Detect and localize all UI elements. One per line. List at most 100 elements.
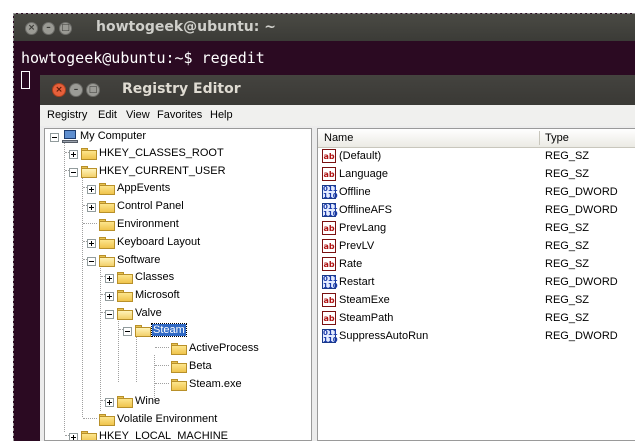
collapse-toggle[interactable] [69, 168, 78, 177]
value-type: REG_SZ [545, 294, 590, 306]
folder-icon [117, 290, 133, 302]
collapse-toggle[interactable] [87, 257, 96, 266]
open-folder-icon [99, 255, 115, 267]
window-minimize-button[interactable]: – [69, 83, 83, 97]
collapse-toggle[interactable] [123, 327, 132, 336]
value-type: REG_SZ [545, 150, 590, 162]
registry-editor-titlebar[interactable]: × – □ Registry Editor [40, 75, 635, 105]
string-value-icon: ab [322, 311, 336, 325]
binary-value-icon: 011 110 [322, 275, 338, 290]
value-row[interactable]: ab PrevLV REG_SZ [318, 238, 635, 256]
tree-node-label: Software [117, 254, 161, 266]
value-row[interactable]: ab Language REG_SZ [318, 166, 635, 184]
expand-toggle[interactable] [69, 433, 78, 440]
value-row[interactable]: 011 110 Restart REG_DWORD [318, 274, 635, 292]
value-row[interactable]: ab PrevLang REG_SZ [318, 220, 635, 238]
terminal-title: howtogeek@ubuntu: ~ [96, 19, 276, 35]
folder-icon [99, 414, 115, 426]
menu-registry[interactable]: Registry [47, 109, 87, 121]
value-type: REG_DWORD [545, 276, 618, 288]
value-row[interactable]: ab SteamExe REG_SZ [318, 292, 635, 310]
folder-icon [171, 343, 187, 355]
tree-node-label: HKEY_LOCAL_MACHINE [99, 430, 228, 441]
folder-icon [171, 361, 187, 373]
window-maximize-button[interactable]: □ [86, 83, 100, 97]
value-name: SuppressAutoRun [339, 330, 429, 342]
value-row[interactable]: 011 110 SuppressAutoRun REG_DWORD [318, 328, 635, 346]
window-close-button[interactable]: × [52, 83, 66, 97]
string-value-icon: ab [322, 239, 336, 253]
tree-node-label: HKEY_CURRENT_USER [99, 165, 226, 177]
terminal-cursor [21, 71, 30, 89]
tree-node-label: Volatile Environment [117, 413, 218, 425]
binary-value-icon: 011 110 [322, 329, 338, 344]
value-name: PrevLV [339, 240, 375, 252]
window-title: Registry Editor [122, 81, 241, 97]
value-row[interactable]: 011 110 Offline REG_DWORD [318, 184, 635, 202]
string-value-icon: ab [322, 167, 336, 181]
value-name: SteamExe [339, 294, 390, 306]
open-folder-icon [81, 166, 97, 178]
terminal-minimize-button[interactable]: – [42, 22, 55, 35]
value-name: PrevLang [339, 222, 387, 234]
tree-node-label: AppEvents [117, 182, 171, 194]
menu-bar: Registry Edit View Favorites Help [40, 105, 635, 126]
value-name: (Default) [339, 150, 382, 162]
value-name: OfflineAFS [339, 204, 392, 216]
string-value-icon: ab [322, 221, 336, 235]
collapse-toggle[interactable] [105, 310, 114, 319]
folder-icon [99, 201, 115, 213]
tree-node-label: Beta [189, 360, 212, 372]
folder-icon [81, 148, 97, 160]
registry-editor-window: × – □ Registry Editor Registry Edit View… [40, 75, 635, 441]
tree-node-label: HKEY_CLASSES_ROOT [99, 147, 224, 159]
tree-node-label: Steam.exe [189, 378, 242, 390]
tree-node-label: Environment [117, 218, 179, 230]
tree-node-label: Microsoft [135, 289, 180, 301]
tree-node-label: Valve [135, 307, 162, 319]
string-value-icon: ab [322, 293, 336, 307]
terminal-prompt-line: howtogeek@ubuntu:~$ regedit [21, 49, 265, 67]
tree-node-label: ActiveProcess [189, 342, 259, 354]
expand-toggle[interactable] [105, 274, 114, 283]
value-name: SteamPath [339, 312, 394, 324]
value-name: Offline [339, 186, 371, 198]
folder-icon [171, 379, 187, 391]
menu-view[interactable]: View [126, 109, 150, 121]
value-row[interactable]: ab (Default) REG_SZ [318, 148, 635, 166]
value-type: REG_SZ [545, 222, 590, 234]
expand-toggle[interactable] [87, 203, 96, 212]
expand-toggle[interactable] [87, 239, 96, 248]
value-type: REG_SZ [545, 240, 590, 252]
open-folder-icon [135, 325, 151, 337]
registry-content: My Computer HKEY_CLASSES_ROOT HKEY_CURRE… [40, 126, 635, 441]
collapse-toggle[interactable] [50, 133, 59, 142]
folder-icon [117, 272, 133, 284]
tree-node-label: Keyboard Layout [117, 236, 201, 248]
folder-icon [117, 396, 133, 408]
tree-node-label: Wine [135, 395, 161, 407]
list-header: Name Type [318, 129, 635, 148]
expand-toggle[interactable] [105, 398, 114, 407]
menu-help[interactable]: Help [210, 109, 233, 121]
column-header-type[interactable]: Type [545, 132, 569, 144]
expand-toggle[interactable] [87, 185, 96, 194]
column-header-name[interactable]: Name [324, 132, 353, 144]
menu-edit[interactable]: Edit [98, 109, 117, 121]
expand-toggle[interactable] [69, 150, 78, 159]
value-row[interactable]: ab Rate REG_SZ [318, 256, 635, 274]
terminal-maximize-button[interactable]: □ [59, 22, 72, 35]
folder-icon [99, 183, 115, 195]
value-row[interactable]: 011 110 OfflineAFS REG_DWORD [318, 202, 635, 220]
key-tree: My Computer HKEY_CLASSES_ROOT HKEY_CURRE… [44, 128, 312, 441]
value-name: Restart [339, 276, 375, 288]
open-folder-icon [117, 308, 133, 320]
tree-node-label: My Computer [80, 130, 147, 142]
tree-node-label-selected: Steam [151, 323, 187, 337]
values-list: Name Type ab (Default) REG_SZ ab Language REG… [317, 128, 635, 441]
menu-favorites[interactable]: Favorites [157, 109, 202, 121]
value-row[interactable]: ab SteamPath REG_SZ [318, 310, 635, 328]
folder-icon [99, 219, 115, 231]
terminal-close-button[interactable]: × [25, 22, 38, 35]
expand-toggle[interactable] [105, 292, 114, 301]
